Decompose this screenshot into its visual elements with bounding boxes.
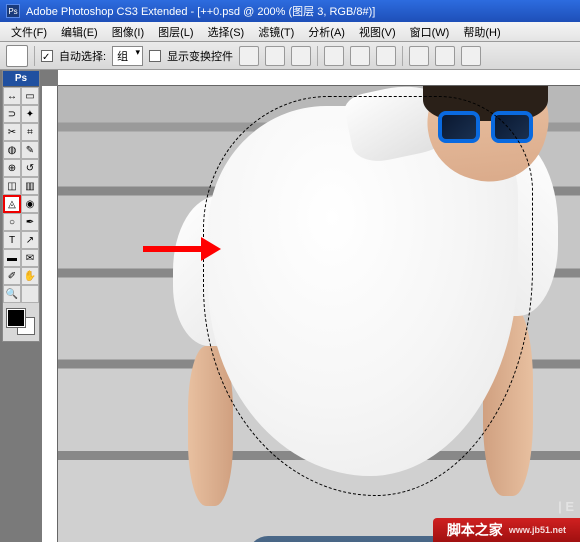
- vertical-ruler: [42, 86, 58, 542]
- align-button-1[interactable]: [239, 46, 259, 66]
- lens-right: [491, 111, 533, 143]
- workspace: Ps ↔ ▭ ⊃ ✦ ✂ ⌗ ◍ ✎ ⊕ ↺ ◫ ▥ ◬ ◉ ○ ✒ T ↗ ▬…: [0, 70, 580, 542]
- menu-image[interactable]: 图像(I): [105, 22, 151, 42]
- path-tool[interactable]: ↗: [21, 231, 39, 249]
- distribute-button-1[interactable]: [324, 46, 344, 66]
- photo-content: [58, 86, 580, 542]
- pen-tool[interactable]: ✒: [21, 213, 39, 231]
- separator: [34, 46, 35, 66]
- crop-tool[interactable]: ✂: [3, 123, 21, 141]
- child-figure: [178, 86, 578, 542]
- eyedropper-tool[interactable]: ✐: [3, 267, 21, 285]
- show-transform-label: 显示变换控件: [167, 48, 233, 64]
- type-tool[interactable]: T: [3, 231, 21, 249]
- toolbox: Ps ↔ ▭ ⊃ ✦ ✂ ⌗ ◍ ✎ ⊕ ↺ ◫ ▥ ◬ ◉ ○ ✒ T ↗ ▬…: [2, 70, 40, 342]
- window-title: Adobe Photoshop CS3 Extended - [++0.psd …: [26, 3, 375, 19]
- hand-tool[interactable]: ✋: [21, 267, 39, 285]
- menu-window[interactable]: 窗口(W): [403, 22, 457, 42]
- brush-tool[interactable]: ✎: [21, 141, 39, 159]
- sunglasses: [438, 111, 533, 146]
- slice-tool[interactable]: ⌗: [21, 123, 39, 141]
- zoom-tool[interactable]: 🔍: [3, 285, 21, 303]
- move-tool[interactable]: ↔: [3, 87, 21, 105]
- toolbox-header[interactable]: Ps: [3, 71, 39, 87]
- menu-analysis[interactable]: 分析(A): [301, 22, 352, 42]
- watermark-right: | E: [558, 499, 574, 514]
- lens-left: [438, 111, 480, 143]
- distribute-button-3[interactable]: [376, 46, 396, 66]
- marquee-tool[interactable]: ▭: [21, 87, 39, 105]
- shape-tool[interactable]: ▬: [3, 249, 21, 267]
- align-button-3[interactable]: [291, 46, 311, 66]
- horizontal-ruler: [58, 70, 580, 86]
- lasso-tool[interactable]: ⊃: [3, 105, 21, 123]
- menu-bar: 文件(F) 编辑(E) 图像(I) 图层(L) 选择(S) 滤镜(T) 分析(A…: [0, 22, 580, 42]
- paint-bucket-tool[interactable]: ◬: [3, 195, 21, 213]
- foreground-color[interactable]: [7, 309, 25, 327]
- auto-select-checkbox[interactable]: [41, 50, 53, 62]
- separator: [317, 46, 318, 66]
- menu-file[interactable]: 文件(F): [4, 22, 54, 42]
- auto-select-dropdown[interactable]: 组: [112, 46, 143, 66]
- menu-select[interactable]: 选择(S): [201, 22, 252, 42]
- app-icon: Ps: [6, 4, 20, 18]
- menu-filter[interactable]: 滤镜(T): [251, 22, 301, 42]
- tool-extra[interactable]: [21, 285, 39, 303]
- arrange-button-1[interactable]: [409, 46, 429, 66]
- arrange-button-3[interactable]: [461, 46, 481, 66]
- color-swatch[interactable]: [5, 307, 37, 337]
- menu-layer[interactable]: 图层(L): [151, 22, 200, 42]
- arrange-button-2[interactable]: [435, 46, 455, 66]
- healing-brush-tool[interactable]: ◍: [3, 141, 21, 159]
- show-transform-checkbox[interactable]: [149, 50, 161, 62]
- stamp-tool[interactable]: ⊕: [3, 159, 21, 177]
- menu-edit[interactable]: 编辑(E): [54, 22, 105, 42]
- title-bar: Ps Adobe Photoshop CS3 Extended - [++0.p…: [0, 0, 580, 22]
- blur-tool[interactable]: ◉: [21, 195, 39, 213]
- badge-main: 脚本之家: [447, 520, 503, 540]
- gradient-tool[interactable]: ▥: [21, 177, 39, 195]
- align-button-2[interactable]: [265, 46, 285, 66]
- options-bar: 自动选择: 组 显示变换控件: [0, 42, 580, 70]
- eraser-tool[interactable]: ◫: [3, 177, 21, 195]
- history-brush-tool[interactable]: ↺: [21, 159, 39, 177]
- separator: [402, 46, 403, 66]
- distribute-button-2[interactable]: [350, 46, 370, 66]
- menu-view[interactable]: 视图(V): [352, 22, 403, 42]
- auto-select-label: 自动选择:: [59, 48, 106, 64]
- badge-sub: www.jb51.net: [509, 525, 566, 535]
- notes-tool[interactable]: ✉: [21, 249, 39, 267]
- site-badge: 脚本之家 www.jb51.net: [433, 518, 580, 542]
- magic-wand-tool[interactable]: ✦: [21, 105, 39, 123]
- document-canvas[interactable]: | E ⟳ |▮ 脚本之家 www.jb51.net: [58, 86, 580, 542]
- dodge-tool[interactable]: ○: [3, 213, 21, 231]
- menu-help[interactable]: 帮助(H): [456, 22, 507, 42]
- current-tool-icon[interactable]: [6, 45, 28, 67]
